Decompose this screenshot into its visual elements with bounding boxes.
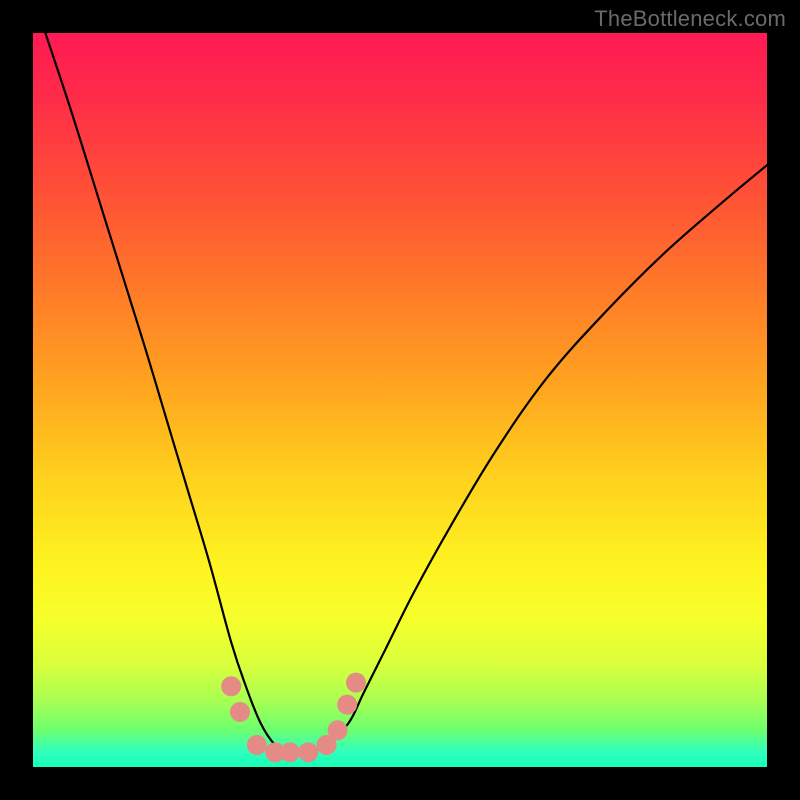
valley-dot — [328, 720, 348, 740]
valley-dot — [230, 702, 250, 722]
valley-dot — [298, 742, 318, 762]
chart-frame: TheBottleneck.com — [0, 0, 800, 800]
curve-layer — [33, 33, 767, 767]
valley-dot — [247, 735, 267, 755]
valley-dot — [221, 676, 241, 696]
valley-markers — [221, 673, 366, 763]
valley-dot — [280, 742, 300, 762]
plot-area — [33, 33, 767, 767]
bottleneck-curve — [33, 0, 767, 753]
valley-dot — [346, 673, 366, 693]
valley-dot — [337, 695, 357, 715]
watermark-label: TheBottleneck.com — [594, 6, 786, 32]
